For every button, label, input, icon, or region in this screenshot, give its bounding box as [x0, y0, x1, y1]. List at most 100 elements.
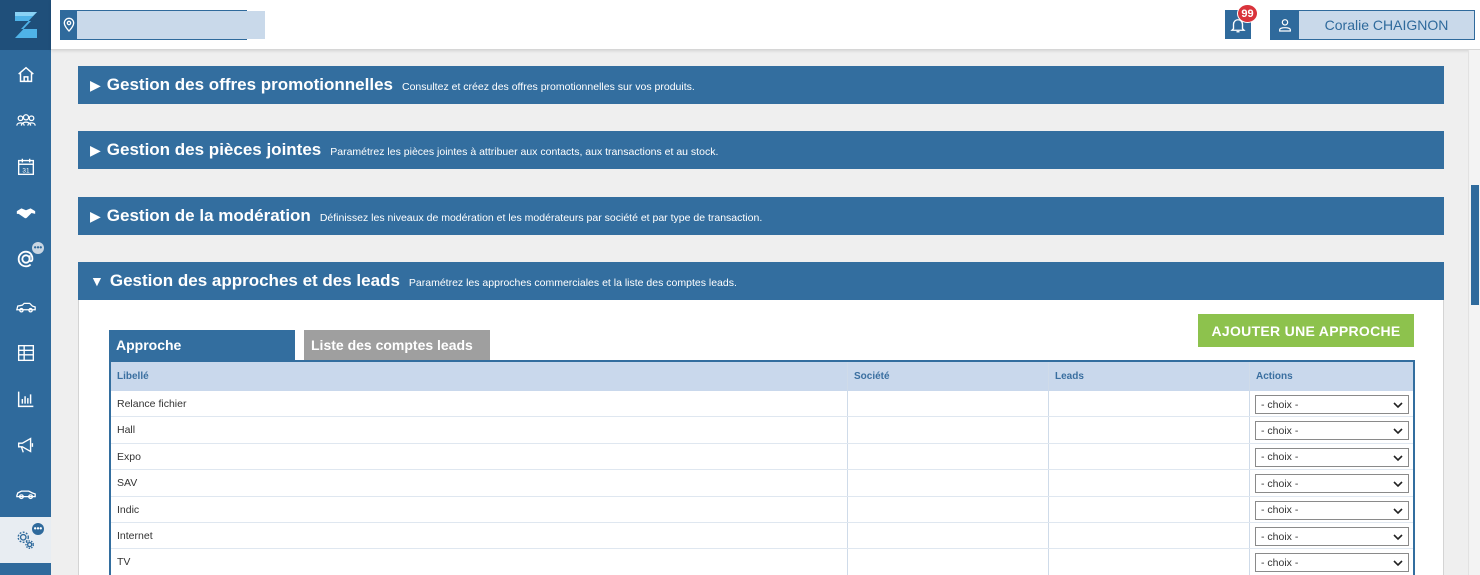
section-description: Paramétrez les pièces jointes à attribue… [330, 146, 719, 158]
section-title: Gestion des approches et des leads [109, 271, 400, 290]
column-header-actions: Actions [1256, 371, 1293, 382]
user-menu[interactable]: Coralie CHAIGNON [1270, 10, 1475, 40]
action-select[interactable]: - choix - [1255, 474, 1409, 494]
table-row[interactable]: Expo - choix - [111, 444, 1413, 471]
sidebar-item-settings[interactable]: ••• [0, 517, 51, 563]
sidebar-item-calendar[interactable]: 31 [0, 144, 51, 190]
column-header-leads[interactable]: Leads [1049, 362, 1249, 391]
sidebar-item-deals[interactable] [0, 190, 51, 236]
cell-libelle: Hall [117, 424, 136, 437]
tab-approche[interactable]: Approche [109, 330, 295, 360]
app-logo[interactable] [0, 0, 51, 50]
cell-societe [848, 470, 1048, 496]
location-selector[interactable] [60, 10, 265, 40]
expand-triangle-icon: ▶ [90, 76, 101, 93]
table-icon [17, 344, 34, 362]
calendar-icon: 31 [17, 158, 34, 176]
section-pieces-jointes[interactable]: ▶ Gestion des pièces jointes Paramétrez … [78, 131, 1444, 169]
chevron-down-icon [1393, 428, 1403, 435]
cell-societe [848, 417, 1048, 443]
location-input[interactable] [77, 11, 265, 39]
cell-leads [1049, 444, 1249, 470]
sidebar: 31 ••• ••• [0, 0, 51, 575]
action-select[interactable]: - choix - [1255, 500, 1409, 520]
add-approach-button[interactable]: AJOUTER UNE APPROCHE [1198, 314, 1414, 347]
sidebar-item-tables[interactable] [0, 330, 51, 376]
table-row[interactable]: Relance fichier - choix - [111, 391, 1413, 418]
cell-societe [848, 444, 1048, 470]
action-select-value: - choix - [1261, 451, 1299, 464]
action-select-value: - choix - [1261, 477, 1299, 490]
cell-libelle: Expo [117, 450, 141, 463]
sidebar-item-home[interactable] [0, 52, 51, 98]
action-select-value: - choix - [1261, 398, 1299, 411]
cell-leads [1049, 417, 1249, 443]
tab-liste-comptes-leads[interactable]: Liste des comptes leads [304, 330, 490, 360]
section-title: Gestion des offres promotionnelles [106, 75, 393, 94]
svg-text:31: 31 [22, 168, 30, 175]
cell-libelle: Internet [117, 530, 153, 542]
cell-leads [1049, 549, 1249, 575]
cell-societe [848, 523, 1048, 549]
home-icon [17, 66, 34, 83]
cell-libelle: Relance fichier [117, 398, 187, 410]
action-select[interactable]: - choix - [1255, 421, 1409, 441]
user-name: Coralie CHAIGNON [1324, 17, 1449, 33]
section-approches-leads[interactable]: ▼ Gestion des approches et des leads Par… [78, 262, 1444, 300]
sidebar-item-stats[interactable] [0, 376, 51, 422]
column-header-societe[interactable]: Société [848, 362, 1048, 391]
notifications-count-badge: 99 [1237, 4, 1258, 23]
section-title: Gestion de la modération [106, 206, 311, 225]
top-bar: 99 Coralie CHAIGNON [51, 0, 1480, 50]
table-header: Libellé Société Leads Actions [111, 362, 1413, 391]
more-badge: ••• [32, 523, 44, 535]
contacts-icon [15, 114, 36, 126]
table-row[interactable]: Indic - choix - [111, 497, 1413, 523]
table-row[interactable]: SAV - choix - [111, 470, 1413, 497]
action-select[interactable]: - choix - [1255, 447, 1409, 467]
action-select-value: - choix - [1261, 504, 1299, 517]
table-row[interactable]: Hall - choix - [111, 417, 1413, 444]
sidebar-item-messaging[interactable]: ••• [0, 236, 51, 282]
sidebar-item-contacts[interactable] [0, 98, 51, 144]
action-select-value: - choix - [1261, 556, 1299, 569]
chevron-down-icon [1393, 481, 1403, 488]
megaphone-icon [17, 437, 33, 453]
cell-libelle: Indic [117, 503, 140, 516]
action-select[interactable]: - choix - [1255, 395, 1409, 414]
cell-leads [1049, 523, 1249, 549]
action-select[interactable]: - choix - [1255, 553, 1409, 573]
sidebar-item-stock[interactable] [0, 284, 51, 330]
table-row[interactable]: Internet - choix - [111, 523, 1413, 550]
section-offres-promotionnelles[interactable]: ▶ Gestion des offres promotionnelles Con… [78, 66, 1444, 104]
expand-triangle-icon: ▶ [90, 141, 101, 158]
car-icon [15, 490, 36, 500]
location-pin-icon [61, 11, 77, 39]
approches-table: Libellé Société Leads Actions Relance fi… [109, 360, 1415, 575]
column-header-libelle[interactable]: Libellé [111, 362, 847, 391]
user-icon [1271, 11, 1299, 39]
more-badge: ••• [32, 242, 44, 254]
action-select-value: - choix - [1261, 530, 1299, 543]
approches-panel: AJOUTER UNE APPROCHE Approche Liste des … [78, 300, 1444, 575]
cell-libelle: TV [117, 556, 131, 569]
sidebar-item-marketing[interactable] [0, 422, 51, 468]
table-row[interactable]: TV - choix - [111, 549, 1413, 575]
chevron-down-icon [1393, 560, 1403, 567]
cell-libelle: SAV [117, 477, 138, 490]
action-select[interactable]: - choix - [1255, 527, 1409, 546]
handshake-icon [16, 208, 35, 219]
chevron-down-icon [1393, 402, 1403, 409]
section-moderation[interactable]: ▶ Gestion de la modération Définissez le… [78, 197, 1444, 235]
section-description: Paramétrez les approches commerciales et… [408, 277, 737, 289]
cell-leads [1049, 497, 1249, 523]
action-select-value: - choix - [1261, 424, 1299, 437]
vehicles-icon [15, 302, 36, 313]
page-scrollbar[interactable] [1468, 50, 1480, 575]
scrollbar-thumb[interactable] [1471, 185, 1479, 305]
chevron-down-icon [1393, 508, 1403, 514]
chart-icon [17, 391, 33, 408]
chevron-down-icon [1393, 455, 1403, 461]
sidebar-item-vehicles[interactable] [0, 470, 51, 516]
expand-triangle-icon: ▶ [90, 207, 101, 224]
